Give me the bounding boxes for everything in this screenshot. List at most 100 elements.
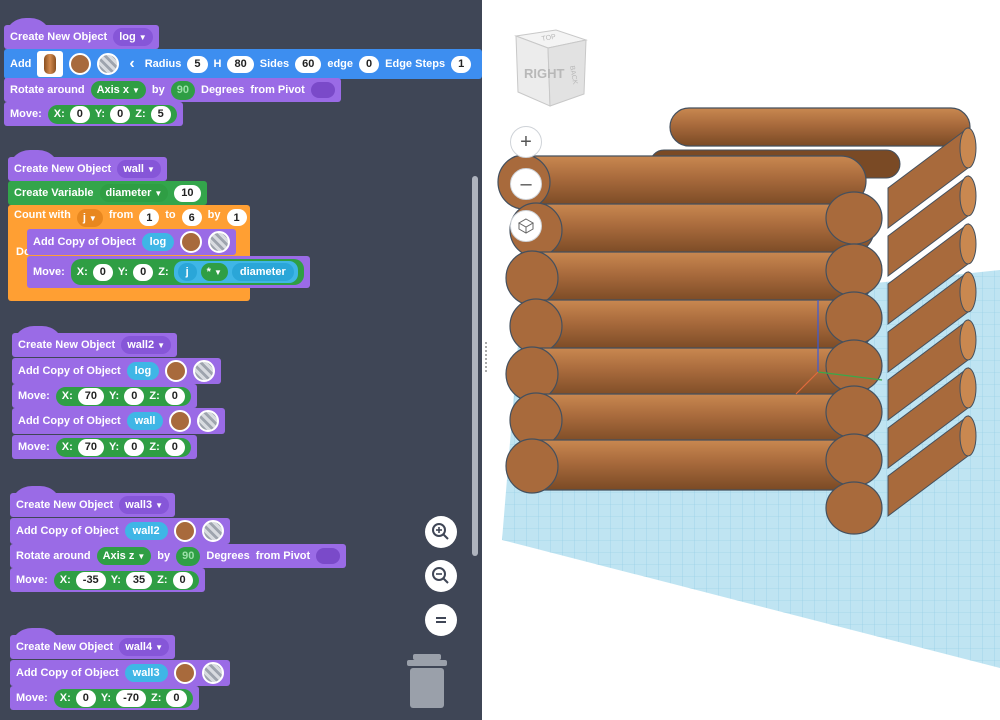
x-input[interactable]: 0 — [69, 105, 90, 123]
move-block-wall4[interactable]: Move: X: 0 Y: -70 Z: 0 — [10, 686, 199, 710]
color-swatch[interactable] — [173, 662, 196, 684]
y-input[interactable]: 0 — [124, 438, 145, 456]
hole-toggle[interactable] — [201, 520, 224, 542]
degrees-input[interactable]: 90 — [170, 80, 195, 100]
axis-dropdown[interactable]: Axis x ▼ — [90, 81, 146, 99]
copy-object-ref[interactable]: wall — [126, 412, 164, 430]
hole-toggle[interactable] — [197, 410, 220, 432]
create-object-block-wall2[interactable]: Create New Object wall2 ▼ — [12, 333, 178, 357]
object-name-dropdown[interactable]: wall ▼ — [117, 160, 161, 178]
move-block-wall3[interactable]: Move: X: -35 Y: 35 Z: 0 — [10, 568, 205, 592]
code-workspace[interactable]: Create New Object log ▼ Add ‹ Radius 5 H … — [0, 0, 482, 720]
viewport-zoom-out-icon[interactable]: – — [510, 168, 542, 200]
move-block-wall[interactable]: Move: X: 0 Y: 0 Z: j * ▼ diameter — [27, 256, 310, 288]
copy-object-ref[interactable]: log — [141, 233, 175, 251]
create-object-block-wall4[interactable]: Create New Object wall4 ▼ — [10, 635, 176, 659]
y-input[interactable]: 35 — [125, 571, 153, 589]
from-input[interactable]: 1 — [139, 209, 160, 226]
add-copy-block-wall[interactable]: Add Copy of Object log — [27, 229, 237, 255]
color-swatch[interactable] — [169, 410, 192, 432]
workspace-scrollbar[interactable] — [472, 176, 478, 556]
z-input[interactable]: 0 — [164, 387, 185, 405]
xyz-input[interactable]: X: 70 Y: 0 Z: 0 — [55, 437, 191, 457]
create-object-block-wall[interactable]: Create New Object wall ▼ — [8, 157, 167, 181]
z-var2-ref[interactable]: diameter — [231, 263, 294, 281]
pivot-slot[interactable] — [310, 82, 335, 98]
move-block-wall2-a[interactable]: Move: X: 70 Y: 0 Z: 0 — [12, 384, 197, 408]
viewport-zoom-in-icon[interactable]: + — [510, 126, 542, 158]
y-input[interactable]: -70 — [116, 689, 146, 707]
hole-toggle[interactable] — [193, 360, 216, 382]
z-var-ref[interactable]: j — [177, 263, 197, 281]
copy-object-ref[interactable]: log — [126, 362, 160, 380]
rotate-block-log[interactable]: Rotate around Axis x ▼ by 90 Degrees from… — [4, 78, 341, 102]
xyz-input[interactable]: X: 0 Y: 0 Z: j * ▼ diameter — [70, 259, 304, 285]
x-input[interactable]: 70 — [77, 387, 105, 405]
add-copy-block-wall4[interactable]: Add Copy of Object wall3 — [10, 660, 230, 686]
variable-name-dropdown[interactable]: diameter ▼ — [99, 184, 169, 202]
edge-input[interactable]: 0 — [359, 55, 380, 73]
log-cabin-model[interactable] — [497, 107, 977, 535]
hole-toggle[interactable] — [201, 662, 224, 684]
x-input[interactable]: 70 — [77, 438, 105, 456]
object-name-dropdown[interactable]: wall2 ▼ — [121, 336, 172, 354]
xyz-input[interactable]: X: -35 Y: 35 Z: 0 — [53, 570, 199, 590]
z-input[interactable]: 5 — [150, 105, 171, 123]
home-view-icon[interactable] — [510, 210, 542, 242]
move-block-log[interactable]: Move: X: 0 Y: 0 Z: 5 — [4, 102, 183, 126]
color-swatch[interactable] — [173, 520, 196, 542]
xyz-input[interactable]: X: 70 Y: 0 Z: 0 — [55, 386, 191, 406]
by-input[interactable]: 1 — [226, 209, 247, 226]
create-variable-block[interactable]: Create Variable diameter ▼ 10 — [8, 181, 207, 205]
zoom-out-icon[interactable] — [425, 560, 457, 592]
hole-toggle[interactable] — [208, 231, 231, 253]
object-name-dropdown[interactable]: wall4 ▼ — [119, 638, 170, 656]
copy-object-ref[interactable]: wall2 — [124, 522, 168, 540]
create-object-block-wall3[interactable]: Create New Object wall3 ▼ — [10, 493, 176, 517]
view-cube[interactable]: RIGHT TOP BACK — [512, 22, 592, 112]
x-input[interactable]: -35 — [75, 571, 106, 589]
copy-object-ref[interactable]: wall3 — [124, 664, 168, 682]
xyz-input[interactable]: X: 0 Y: 0 Z: 5 — [47, 104, 177, 124]
sides-input[interactable]: 60 — [295, 55, 322, 73]
equals-icon[interactable] — [425, 604, 457, 636]
color-swatch[interactable] — [165, 360, 188, 382]
z-expression[interactable]: j * ▼ diameter — [173, 261, 298, 283]
create-object-block-log[interactable]: Create New Object log ▼ — [4, 25, 159, 49]
object-name-dropdown[interactable]: log ▼ — [113, 28, 153, 46]
add-copy-block-wall2-log[interactable]: Add Copy of Object log — [12, 358, 222, 384]
splitter-grip[interactable] — [485, 342, 488, 372]
rotate-block-wall3[interactable]: Rotate around Axis z ▼ by 90 Degrees from… — [10, 544, 347, 568]
x-input[interactable]: 0 — [75, 689, 96, 707]
xyz-input[interactable]: X: 0 Y: -70 Z: 0 — [53, 688, 193, 708]
zoom-in-icon[interactable] — [425, 516, 457, 548]
count-var-dropdown[interactable]: j ▼ — [76, 209, 103, 227]
z-input[interactable]: 0 — [172, 571, 193, 589]
z-input[interactable]: 0 — [164, 438, 185, 456]
color-swatch[interactable] — [180, 231, 203, 253]
pivot-slot[interactable] — [316, 548, 341, 564]
collapse-chevron-icon[interactable]: ‹ — [129, 55, 134, 73]
add-cylinder-block[interactable]: Add ‹ Radius 5 H 80 Sides 60 edge 0 Edge… — [4, 49, 482, 79]
radius-input[interactable]: 5 — [187, 55, 208, 73]
object-name-dropdown[interactable]: wall3 ▼ — [119, 496, 170, 514]
height-input[interactable]: 80 — [227, 55, 254, 73]
hole-toggle[interactable] — [97, 53, 120, 75]
trash-icon[interactable] — [405, 652, 449, 710]
add-copy-block-wall2-wall[interactable]: Add Copy of Object wall — [12, 408, 226, 434]
3d-viewport[interactable]: RIGHT TOP BACK + – — [490, 0, 1000, 720]
axis-dropdown[interactable]: Axis z ▼ — [96, 547, 152, 565]
x-input[interactable]: 0 — [92, 263, 113, 281]
operator-dropdown[interactable]: * ▼ — [200, 263, 228, 281]
degrees-input[interactable]: 90 — [176, 546, 201, 566]
y-input[interactable]: 0 — [133, 263, 154, 281]
z-input[interactable]: 0 — [166, 689, 187, 707]
cylinder-shape-thumbnail[interactable] — [37, 51, 64, 77]
add-copy-block-wall3[interactable]: Add Copy of Object wall2 — [10, 518, 230, 544]
edge-steps-input[interactable]: 1 — [451, 55, 472, 73]
y-input[interactable]: 0 — [124, 387, 145, 405]
move-block-wall2-b[interactable]: Move: X: 70 Y: 0 Z: 0 — [12, 435, 197, 459]
to-input[interactable]: 6 — [181, 209, 202, 226]
color-swatch[interactable] — [69, 53, 92, 75]
variable-value-input[interactable]: 10 — [174, 184, 201, 202]
